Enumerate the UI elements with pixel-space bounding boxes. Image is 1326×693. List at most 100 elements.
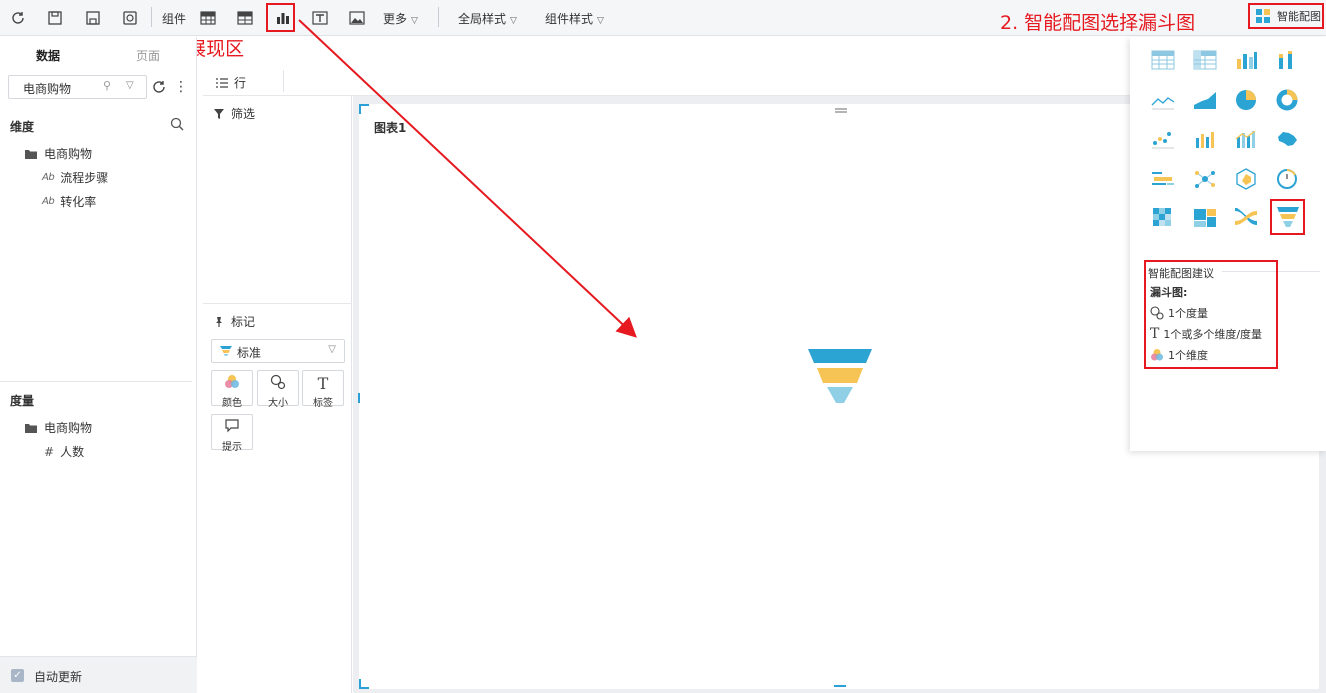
requirement-text: 1个度量: [1168, 307, 1208, 320]
datasource-select[interactable]: 电商购物 ⚲ ▽: [8, 75, 147, 99]
search-icon: ⚲: [103, 79, 112, 92]
resize-corner[interactable]: [359, 104, 369, 114]
tooltip-button[interactable]: 提示: [211, 414, 253, 453]
heatmap-icon[interactable]: [1148, 203, 1178, 233]
marks-header: 标记: [213, 313, 255, 330]
color-button[interactable]: 颜色: [211, 370, 253, 409]
word-cloud-icon[interactable]: [1148, 164, 1178, 194]
color-icon: [1151, 349, 1163, 361]
dimension-folder-label: 电商购物: [44, 147, 93, 161]
funnel-icon: [1276, 207, 1299, 227]
image-icon[interactable]: [347, 8, 367, 28]
component-style-menu[interactable]: 组件样式 ▽: [545, 10, 604, 27]
bar-chart-icon[interactable]: [1231, 45, 1261, 75]
dimension-search-icon[interactable]: [170, 117, 184, 134]
drag-handle-icon[interactable]: [835, 104, 847, 113]
stacked-bar-icon[interactable]: [1272, 45, 1302, 75]
funnel-chart: [808, 349, 872, 403]
area-chart-icon[interactable]: [1190, 85, 1220, 115]
auto-update-checkbox[interactable]: ✓: [11, 669, 24, 682]
dimension-field[interactable]: Ab 流程步骤: [42, 169, 108, 186]
measure-field[interactable]: # 人数: [44, 443, 84, 460]
measure-title: 度量: [10, 394, 35, 408]
chevron-down-icon: ▽: [597, 16, 604, 26]
suggest-requirement: T 1个或多个维度/度量: [1150, 326, 1262, 342]
suggest-requirement: 1个维度: [1150, 347, 1208, 363]
more-menu[interactable]: 更多 ▽: [383, 10, 418, 27]
measure-folder-label: 电商购物: [44, 421, 93, 435]
scatter-chart-icon[interactable]: [1148, 124, 1178, 154]
datasource-value: 电商购物: [23, 82, 72, 96]
resize-corner[interactable]: [359, 679, 369, 689]
dimension-folder[interactable]: 电商购物: [24, 145, 92, 162]
filter-label: 筛选: [231, 107, 256, 121]
data-panel: 数据 页面 电商购物 ⚲ ▽ ⋮ 维度 电商购物 Ab 流程步骤 Ab 转化率 …: [0, 37, 197, 693]
folder-icon: [25, 423, 37, 433]
preview-icon[interactable]: [120, 8, 140, 28]
toolbar-separator: [151, 7, 152, 27]
save-icon[interactable]: [45, 8, 65, 28]
filter-icon: [214, 108, 224, 119]
measure-folder[interactable]: 电商购物: [24, 419, 92, 436]
mark-type-select[interactable]: 标准 ▽: [211, 339, 345, 363]
funnel-icon: [220, 346, 232, 356]
sankey-chart-icon[interactable]: [1231, 203, 1261, 233]
number-field-icon: #: [44, 444, 55, 459]
table-chart-icon[interactable]: [1148, 45, 1178, 75]
filter-shelf[interactable]: 筛选: [213, 105, 255, 122]
size-button[interactable]: 大小: [257, 370, 299, 409]
suggest-requirement: 1个度量: [1150, 305, 1208, 321]
label-button[interactable]: T 标签: [302, 370, 344, 409]
label-button-label: 标签: [313, 398, 333, 409]
text-icon: T: [1150, 326, 1160, 342]
treemap-icon[interactable]: [1190, 203, 1220, 233]
pie-chart-icon[interactable]: [1231, 85, 1261, 115]
panel-divider: [0, 381, 192, 382]
table-icon[interactable]: [198, 8, 218, 28]
dual-axis-chart-icon[interactable]: [1231, 124, 1261, 154]
save-as-icon[interactable]: [83, 8, 103, 28]
tab-page[interactable]: 页面: [136, 47, 160, 64]
resize-edge[interactable]: [834, 685, 846, 687]
crosstab-icon[interactable]: [235, 8, 255, 28]
auto-update-label: 自动更新: [34, 670, 83, 684]
more-vertical-icon[interactable]: ⋮: [174, 79, 188, 95]
refresh-icon[interactable]: [8, 8, 28, 28]
dimension-field-label: 流程步骤: [60, 171, 109, 185]
funnel-segment-top: [808, 349, 872, 363]
color-icon: [212, 374, 252, 394]
dimension-field[interactable]: Ab 转化率: [42, 193, 96, 210]
size-icon: [1150, 306, 1164, 320]
smart-chart-button[interactable]: 智能配图: [1248, 3, 1324, 29]
donut-chart-icon[interactable]: [1272, 85, 1302, 115]
reload-icon[interactable]: [151, 79, 167, 98]
chevron-down-icon: ▽: [510, 16, 517, 26]
measure-field-label: 人数: [60, 445, 85, 459]
funnel-segment-middle: [817, 368, 863, 383]
tooltip-icon: [212, 418, 252, 438]
network-chart-icon[interactable]: [1190, 164, 1220, 194]
smart-chart-panel: 智能配图建议 漏斗图: 1个度量 T 1个或多个维度/度量 1个维度: [1130, 37, 1326, 451]
gauge-chart-icon[interactable]: [1272, 164, 1302, 194]
chevron-down-icon: ▽: [328, 344, 336, 355]
text-field-icon: Ab: [42, 196, 55, 207]
component-label: 组件: [162, 12, 187, 26]
rows-label: 行: [234, 76, 247, 90]
resize-edge[interactable]: [358, 393, 360, 403]
line-chart-icon[interactable]: [1148, 85, 1178, 115]
annotation-step2: 2. 智能配图选择漏斗图: [1000, 12, 1196, 34]
global-style-menu[interactable]: 全局样式 ▽: [458, 10, 517, 27]
map-chart-icon[interactable]: [1272, 124, 1302, 154]
tab-data[interactable]: 数据: [36, 47, 60, 64]
bar-chart-highlight: [266, 3, 295, 32]
smart-chart-icon: [1256, 9, 1270, 23]
text-field-icon: Ab: [42, 172, 55, 183]
suggest-chart-name: 漏斗图:: [1150, 286, 1188, 299]
toolbar-separator: [438, 7, 439, 27]
crosstab-chart-icon[interactable]: [1190, 45, 1220, 75]
radar-chart-icon[interactable]: [1231, 164, 1261, 194]
funnel-chart-option[interactable]: [1270, 199, 1305, 235]
text-box-icon[interactable]: [310, 8, 330, 28]
folder-icon: [25, 149, 37, 159]
combo-chart-icon[interactable]: [1190, 124, 1220, 154]
